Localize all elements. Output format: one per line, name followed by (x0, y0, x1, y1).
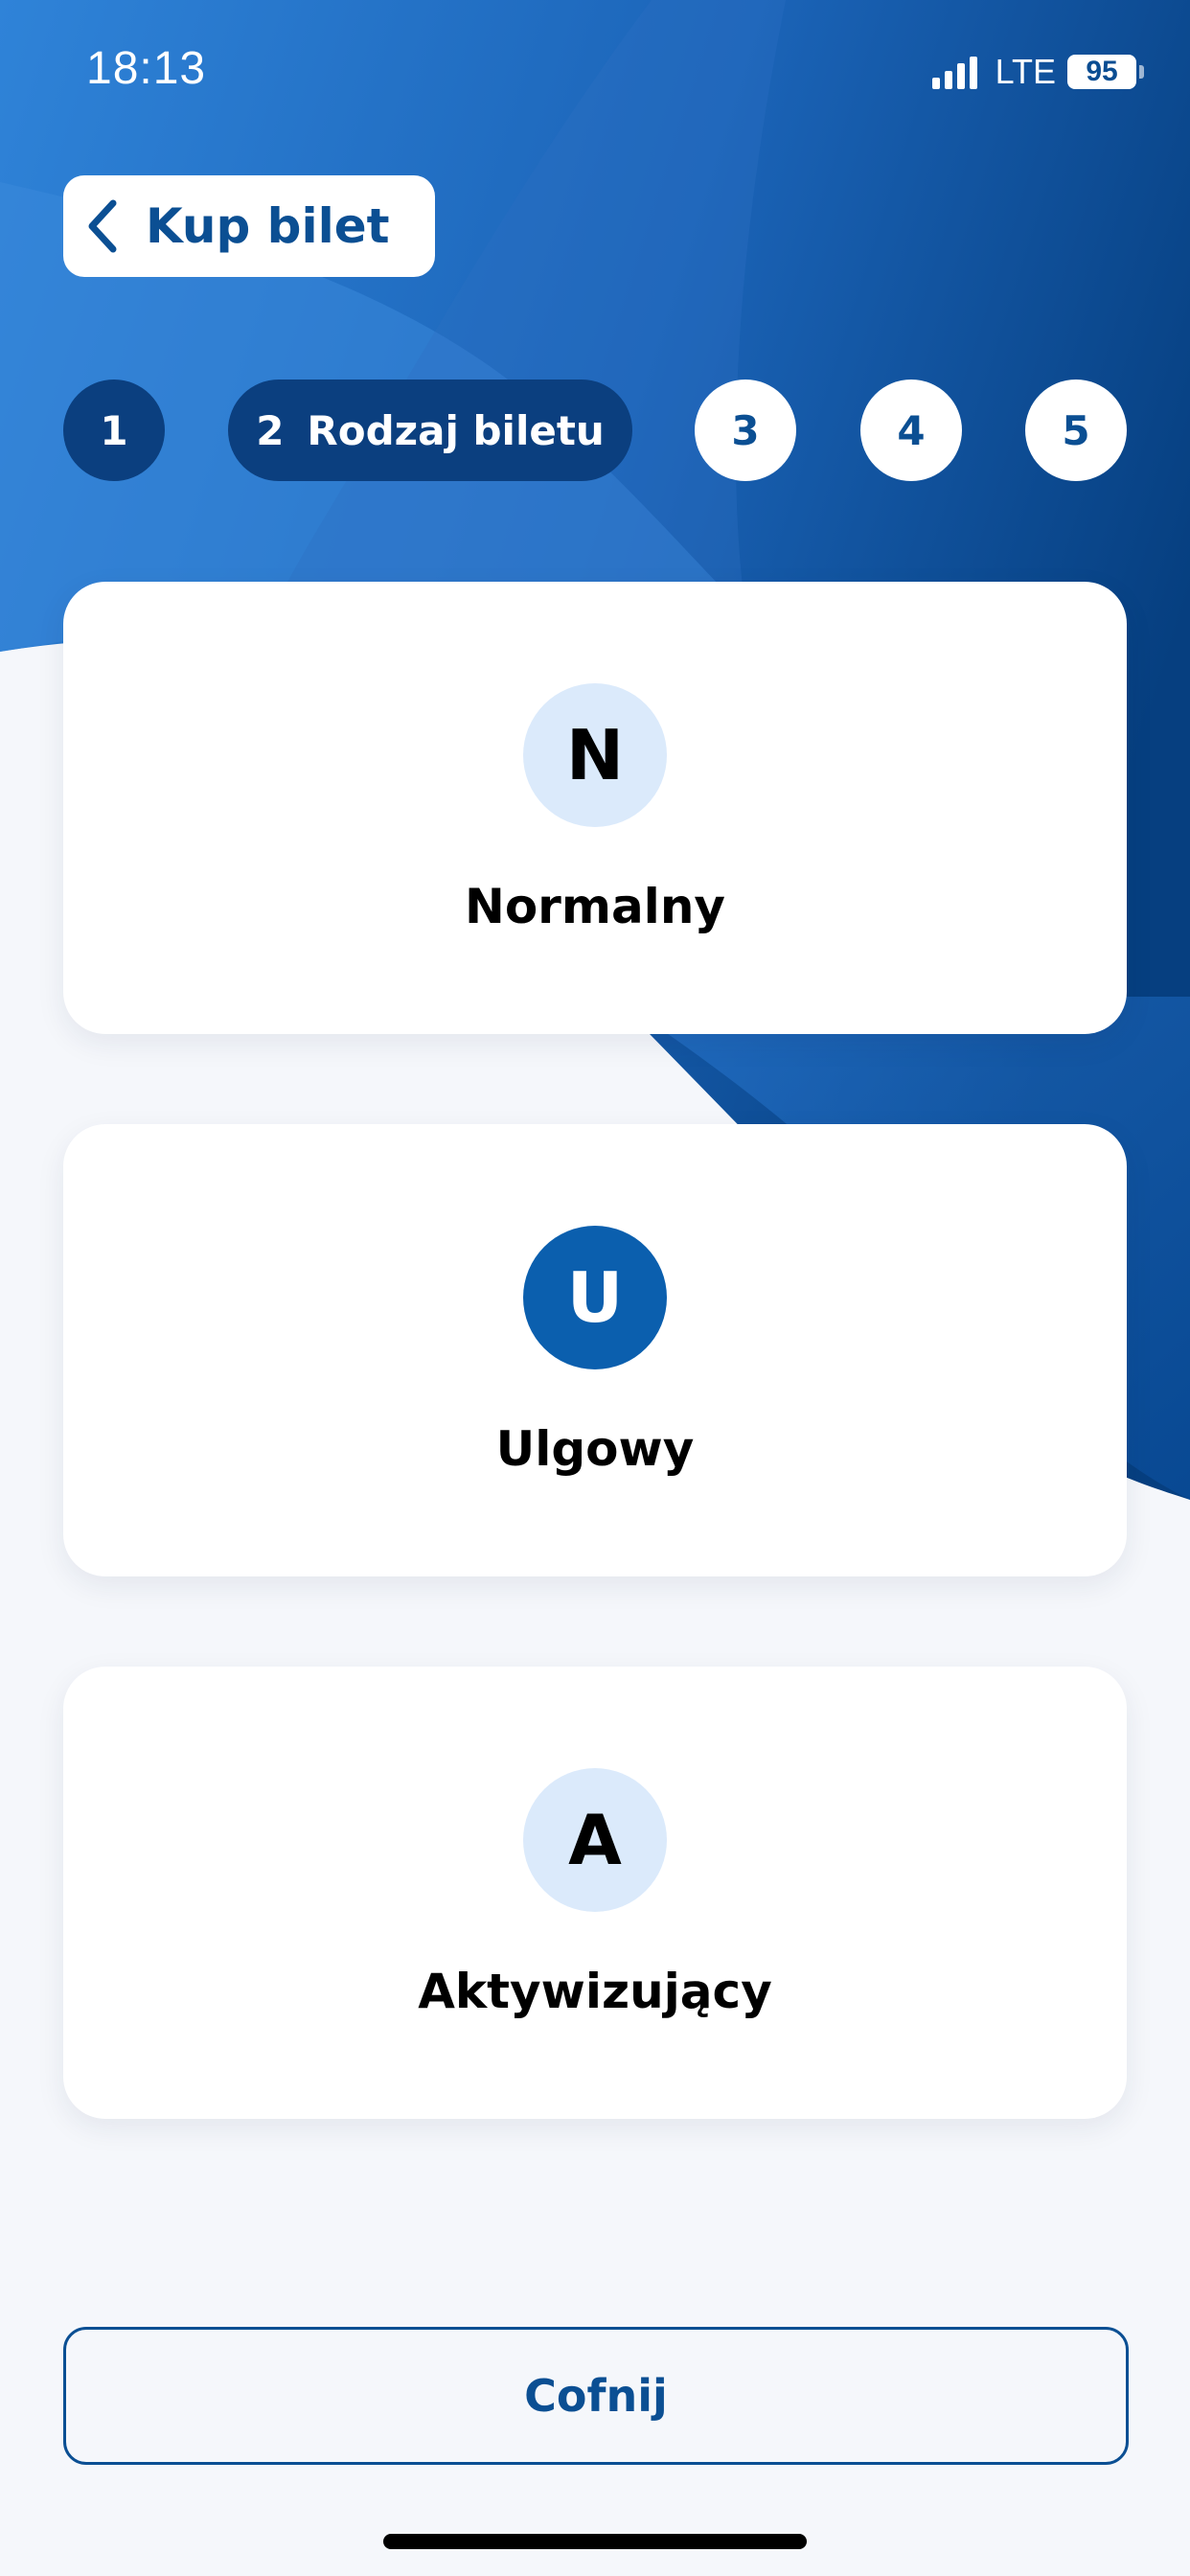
badge-letter: U (566, 1257, 624, 1338)
step-label: Rodzaj biletu (307, 406, 605, 454)
ticket-type-label: Normalny (464, 879, 726, 934)
ticket-type-badge: A (523, 1768, 667, 1912)
badge-letter: N (565, 715, 625, 795)
back-button-label: Kup bilet (146, 198, 390, 254)
ticket-type-card-aktywizujacy[interactable]: A Aktywizujący (63, 1667, 1127, 2119)
step-number: 1 (100, 406, 128, 454)
step-number: 5 (1062, 406, 1090, 454)
ticket-type-label: Ulgowy (495, 1421, 695, 1477)
ticket-type-badge: N (523, 683, 667, 827)
status-time: 18:13 (86, 43, 207, 94)
step-2-active[interactable]: 2 Rodzaj biletu (228, 380, 632, 481)
back-button[interactable]: Kup bilet (63, 175, 435, 277)
battery-icon: 95 (1067, 55, 1136, 89)
badge-letter: A (568, 1800, 622, 1880)
ticket-type-card-ulgowy[interactable]: U Ulgowy (63, 1124, 1127, 1576)
step-number: 4 (897, 406, 926, 454)
step-number: 2 (256, 406, 285, 454)
step-number: 3 (731, 406, 760, 454)
ticket-type-card-normalny[interactable]: N Normalny (63, 582, 1127, 1034)
chevron-left-icon (88, 199, 117, 253)
ticket-type-badge: U (523, 1226, 667, 1369)
step-4: 4 (860, 380, 962, 481)
battery-level: 95 (1086, 56, 1118, 87)
cofnij-button[interactable]: Cofnij (63, 2327, 1129, 2465)
home-indicator[interactable] (383, 2534, 807, 2549)
step-5: 5 (1025, 380, 1127, 481)
ticket-type-label: Aktywizujący (418, 1964, 772, 2019)
cofnij-button-label: Cofnij (524, 2370, 668, 2422)
step-3: 3 (695, 380, 796, 481)
network-label: LTE (995, 52, 1056, 91)
status-indicators: LTE 95 (931, 50, 1144, 94)
battery-nub (1139, 65, 1144, 79)
step-1[interactable]: 1 (63, 380, 165, 481)
signal-bars-icon (931, 55, 982, 89)
